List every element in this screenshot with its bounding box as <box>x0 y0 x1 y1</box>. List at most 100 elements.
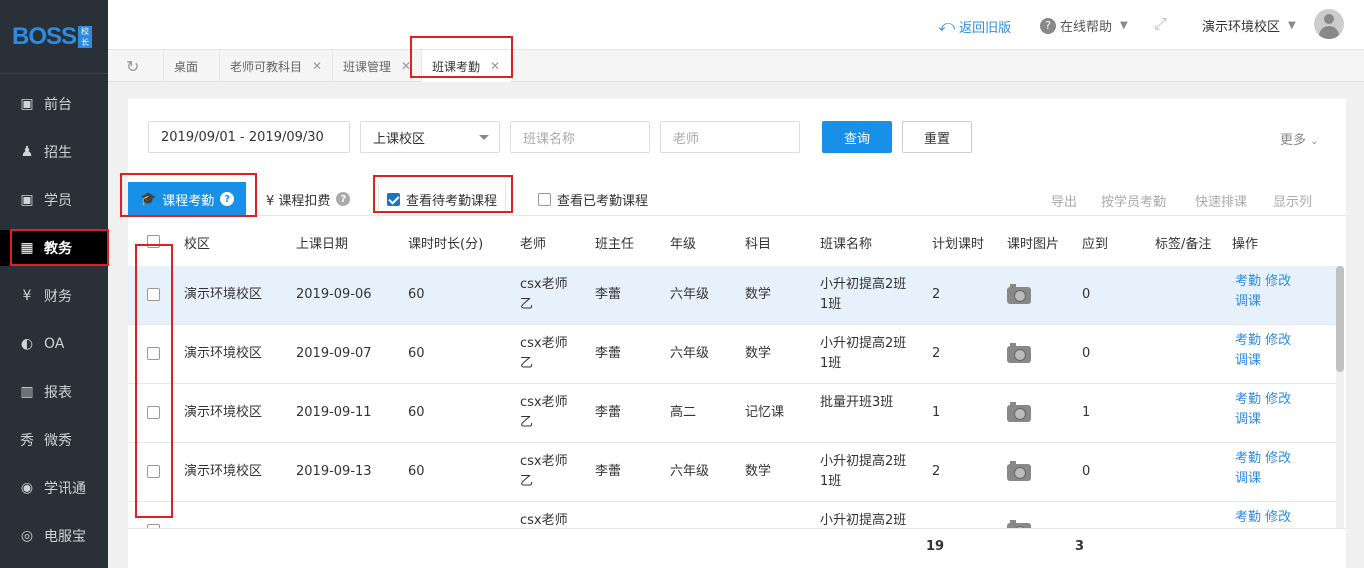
sidebar-item-4[interactable]: ¥ 财务 <box>0 278 108 314</box>
column-header: 标签/备注 <box>1155 237 1212 252</box>
user-avatar[interactable] <box>1314 9 1344 39</box>
close-icon[interactable]: ✕ <box>490 59 500 73</box>
campus-select[interactable]: 上课校区 <box>360 121 500 153</box>
bar-chart-icon: ▥ <box>20 384 34 400</box>
export-link[interactable]: 导出 <box>1051 191 1077 210</box>
phone-service-icon: ◎ <box>20 528 34 544</box>
camera-icon[interactable] <box>1007 402 1031 422</box>
reschedule-link[interactable]: 调课 <box>1235 412 1261 427</box>
expected-count-cell: 1 <box>1082 405 1091 420</box>
select-all-checkbox[interactable] <box>147 235 160 248</box>
table-row[interactable]: csx老师 小升初提高2班 考勤 修改调课 <box>128 502 1336 528</box>
column-header: 年级 <box>670 237 697 252</box>
campus-cell: 演示环境校区 <box>184 287 263 302</box>
more-label: 更多 <box>1280 133 1307 148</box>
student-attendance-link[interactable]: 按学员考勤 <box>1101 191 1166 210</box>
attendance-link[interactable]: 考勤 <box>1235 510 1261 525</box>
more-filters-toggle[interactable]: 更多 ⌄ <box>1280 129 1319 148</box>
row-checkbox[interactable] <box>147 347 160 360</box>
attendance-link[interactable]: 考勤 <box>1235 451 1261 466</box>
row-checkbox[interactable] <box>147 406 160 419</box>
reschedule-link[interactable]: 调课 <box>1235 294 1261 309</box>
undo-arrow-icon: ⤺ <box>938 16 956 35</box>
table-row[interactable]: 演示环境校区 2019-09-11 60 李蕾 高二 记忆课 1 1 csx老师乙 批量开班3班 考… <box>128 384 1336 443</box>
table-row[interactable]: 演示环境校区 2019-09-13 60 李蕾 六年级 数学 2 0 csx老师乙 小升初提高2班… <box>128 443 1336 502</box>
attendance-link[interactable]: 考勤 <box>1235 274 1261 289</box>
campus-switcher[interactable]: 演示环境校区 ▼ <box>1202 16 1296 35</box>
class-name-cell: 批量开班3班 <box>820 393 893 413</box>
back-to-old-version-link[interactable]: ⤺ 返回旧版 <box>938 16 1011 36</box>
query-button[interactable]: 查询 <box>822 121 892 153</box>
camera-icon[interactable] <box>1007 284 1031 304</box>
sidebar-item-2[interactable]: ▣ 学员 <box>0 182 108 218</box>
edit-link[interactable]: 修改 <box>1265 451 1291 466</box>
edit-link[interactable]: 修改 <box>1265 392 1291 407</box>
sidebar-item-0[interactable]: ▣ 前台 <box>0 86 108 122</box>
checkbox-checked[interactable] <box>387 192 400 206</box>
tab-class-management[interactable]: 班课管理 ✕ <box>332 50 421 82</box>
tab-course-attendance[interactable]: 🎓 课程考勤? <box>128 182 247 216</box>
table-row[interactable]: 演示环境校区 2019-09-06 60 李蕾 六年级 数学 2 0 csx老师乙 小升初提高2班… <box>128 266 1336 325</box>
duration-cell: 60 <box>408 287 425 302</box>
calendar-icon: ▣ <box>20 96 34 112</box>
sidebar-item-label: 学讯通 <box>44 481 86 497</box>
show-columns-link[interactable]: 显示列 <box>1273 191 1312 210</box>
top-bar: ⤺ 返回旧版 ? 在线帮助 ▼ ⤢ 演示环境校区 ▼ <box>108 0 1364 50</box>
checkbox[interactable] <box>538 192 551 206</box>
tab-teacher-subjects[interactable]: 老师可教科目 ✕ <box>219 50 332 82</box>
table-row[interactable]: 演示环境校区 2019-09-07 60 李蕾 六年级 数学 2 0 csx老师乙 小升初提高2班… <box>128 325 1336 384</box>
sidebar-item-9[interactable]: ◎ 电服宝 <box>0 518 108 554</box>
row-checkbox[interactable] <box>147 288 160 301</box>
camera-icon[interactable] <box>1007 343 1031 363</box>
sidebar-item-8[interactable]: ◉ 学讯通 <box>0 470 108 506</box>
sidebar-item-1[interactable]: ♟ 招生 <box>0 134 108 170</box>
teacher-input[interactable]: 老师 <box>660 121 800 153</box>
attendance-link[interactable]: 考勤 <box>1235 333 1261 348</box>
edit-link[interactable]: 修改 <box>1265 510 1291 525</box>
tab-class-attendance[interactable]: 班课考勤 ✕ <box>421 50 511 82</box>
teacher-name-line: csx老师 <box>520 513 568 528</box>
close-icon[interactable]: ✕ <box>401 59 411 73</box>
grade-cell: 高二 <box>670 405 697 420</box>
sidebar-item-5[interactable]: ◐ OA <box>0 326 108 362</box>
sidebar-item-label: 前台 <box>44 97 72 113</box>
online-help-menu[interactable]: ? 在线帮助 ▼ <box>1040 16 1128 35</box>
class-name-cell: 小升初提高2班 <box>820 511 906 528</box>
done-attendance-filter[interactable]: 查看已考勤课程 <box>538 182 648 216</box>
attendance-link[interactable]: 考勤 <box>1235 392 1261 407</box>
pending-attendance-filter[interactable]: 查看待考勤课程 <box>378 182 507 216</box>
reset-button[interactable]: 重置 <box>902 121 972 153</box>
sidebar-item-6[interactable]: ▥ 报表 <box>0 374 108 410</box>
reschedule-link[interactable]: 调课 <box>1235 353 1261 368</box>
close-icon[interactable]: ✕ <box>312 59 322 73</box>
refresh-icon[interactable]: ↻ <box>126 57 139 76</box>
date-range-input[interactable]: 2019/09/01 - 2019/09/30 <box>148 121 350 153</box>
reschedule-link[interactable]: 调课 <box>1235 471 1261 486</box>
table-footer-totals: 19 3 <box>128 528 1346 568</box>
row-checkbox[interactable] <box>147 465 160 478</box>
sidebar-item-7[interactable]: 秀微秀 <box>0 422 108 458</box>
fullscreen-icon[interactable]: ⤢ <box>1154 14 1167 34</box>
chevron-down-icon: ⌄ <box>1310 136 1319 147</box>
camera-icon[interactable] <box>1007 461 1031 481</box>
duration-cell: 60 <box>408 346 425 361</box>
class-name-cell: 小升初提高2班 1班 <box>820 275 906 315</box>
date-cell: 2019-09-13 <box>296 464 372 479</box>
tab-label: 桌面 <box>174 59 199 74</box>
column-header: 应到 <box>1082 237 1109 252</box>
academic-affairs-icon: ▦ <box>20 240 34 256</box>
boss-logo[interactable]: BOSS 校长 <box>0 0 108 74</box>
vertical-scrollbar[interactable] <box>1336 266 1344 528</box>
help-icon: ? <box>1040 17 1056 34</box>
quick-schedule-link[interactable]: 快速排课 <box>1195 191 1247 210</box>
edit-link[interactable]: 修改 <box>1265 274 1291 289</box>
tab-desktop[interactable]: 桌面 <box>163 50 208 82</box>
scrollbar-thumb[interactable] <box>1336 266 1344 372</box>
question-icon[interactable]: ? <box>336 192 351 206</box>
sidebar-item-label: 电服宝 <box>44 529 86 545</box>
sidebar-item-3[interactable]: ▦ 教务 <box>0 230 108 266</box>
class-name-input[interactable]: 班课名称 <box>510 121 650 153</box>
edit-link[interactable]: 修改 <box>1265 333 1291 348</box>
tab-course-deduction[interactable]: ¥ 课程扣费? <box>266 182 351 216</box>
question-icon[interactable]: ? <box>220 192 235 206</box>
